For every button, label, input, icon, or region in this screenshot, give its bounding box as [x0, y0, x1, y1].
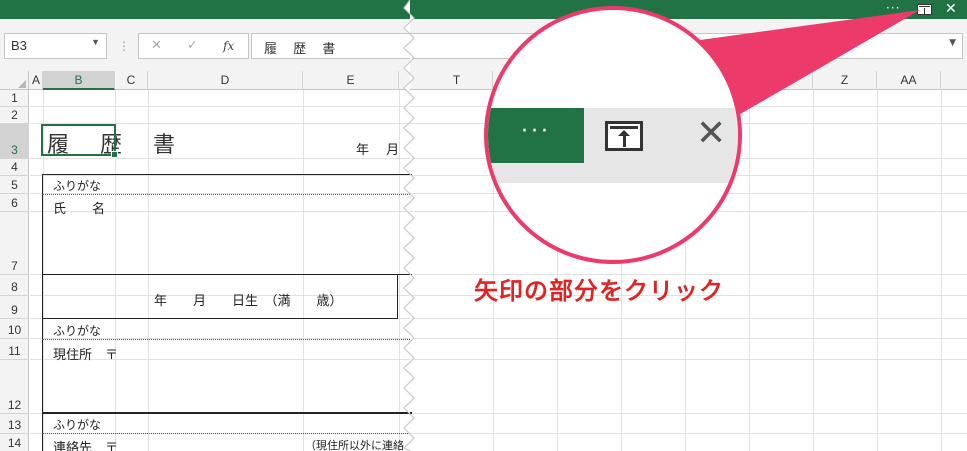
expand-formula-bar-icon[interactable]: ▼ — [949, 38, 956, 48]
year-month-label: 年 月 — [356, 143, 400, 158]
magnifier-lens: ··· ✕ — [484, 6, 742, 264]
row-header[interactable]: 2 — [0, 107, 29, 124]
column-header-t[interactable]: T — [421, 71, 493, 90]
lens-close-icon: ✕ — [696, 113, 727, 154]
instruction-callout: 矢印の部分をクリック — [474, 277, 724, 305]
fx-icon[interactable]: fx — [223, 39, 234, 53]
selected-cell-b3[interactable] — [41, 124, 118, 158]
column-header-b[interactable]: B — [43, 71, 115, 90]
furigana-label: ふりがな — [53, 179, 102, 193]
row-headers: 1 2 3 4 5 6 7 8 9 10 11 12 13 14 — [0, 90, 29, 451]
column-header-aa[interactable]: AA — [877, 71, 941, 90]
row-header[interactable]: 5 — [0, 176, 29, 194]
lens-more-options-icon: ··· — [488, 108, 584, 163]
chevron-down-icon[interactable]: ▼ — [91, 37, 100, 47]
formula-bar-separator-icon[interactable]: ⋮ — [118, 39, 130, 53]
formula-bar-area: B3 ▼ ⋮ ✕ ✓ fx 履 歴 書 ▼ — [0, 19, 967, 71]
furigana-divider — [42, 194, 410, 195]
ribbon-display-options-icon[interactable] — [917, 4, 932, 15]
contact-note: （現住所以外に連絡 — [305, 439, 404, 451]
row-header[interactable]: 10 — [0, 319, 29, 339]
column-header-d[interactable]: D — [148, 71, 303, 90]
row-header[interactable]: 14 — [0, 434, 29, 451]
row-header[interactable]: 9 — [0, 296, 29, 319]
contact-label: 連絡先 〒 — [53, 441, 119, 451]
column-header-e[interactable]: E — [303, 71, 399, 90]
row-header-selected[interactable]: 3 — [0, 124, 29, 159]
row-header[interactable]: 6 — [0, 194, 29, 212]
select-all-button[interactable] — [0, 71, 29, 90]
more-options-icon[interactable]: ··· — [886, 1, 900, 15]
furigana-label: ふりがな — [53, 418, 102, 432]
name-label: 氏 名 — [53, 202, 106, 217]
title-bar: ··· ✕ — [0, 0, 967, 19]
row-header[interactable]: 11 — [0, 339, 29, 360]
column-header-a[interactable]: A — [30, 71, 43, 90]
address-label: 現住所 〒 — [53, 348, 119, 363]
enter-icon[interactable]: ✓ — [187, 38, 198, 53]
name-box-value: B3 — [11, 38, 27, 53]
row-header[interactable]: 13 — [0, 414, 29, 434]
row-header[interactable]: 12 — [0, 360, 29, 414]
furigana-divider — [42, 339, 410, 340]
column-header-c[interactable]: C — [115, 71, 148, 90]
birth-date-line: 年 月 日生 （満 歳） — [154, 294, 343, 309]
furigana-divider — [42, 433, 410, 434]
row-header[interactable]: 4 — [0, 159, 29, 176]
lens-ribbon-display-options-icon — [605, 121, 643, 151]
close-icon[interactable]: ✕ — [945, 2, 957, 16]
column-header-y[interactable] — [749, 71, 813, 90]
name-box[interactable]: B3 ▼ — [4, 33, 107, 59]
row-header[interactable]: 1 — [0, 90, 29, 107]
formula-buttons: ✕ ✓ fx — [138, 33, 249, 59]
cancel-icon[interactable]: ✕ — [151, 38, 162, 53]
row-header[interactable]: 7 — [0, 212, 29, 275]
torn-edge-divider — [402, 0, 415, 451]
formula-input-value: 履 歴 書 — [264, 42, 342, 57]
column-header-z[interactable]: Z — [813, 71, 877, 90]
furigana-label: ふりがな — [53, 324, 102, 338]
column-headers: A B C D E T Z AA — [0, 71, 967, 90]
row-header[interactable]: 8 — [0, 275, 29, 296]
